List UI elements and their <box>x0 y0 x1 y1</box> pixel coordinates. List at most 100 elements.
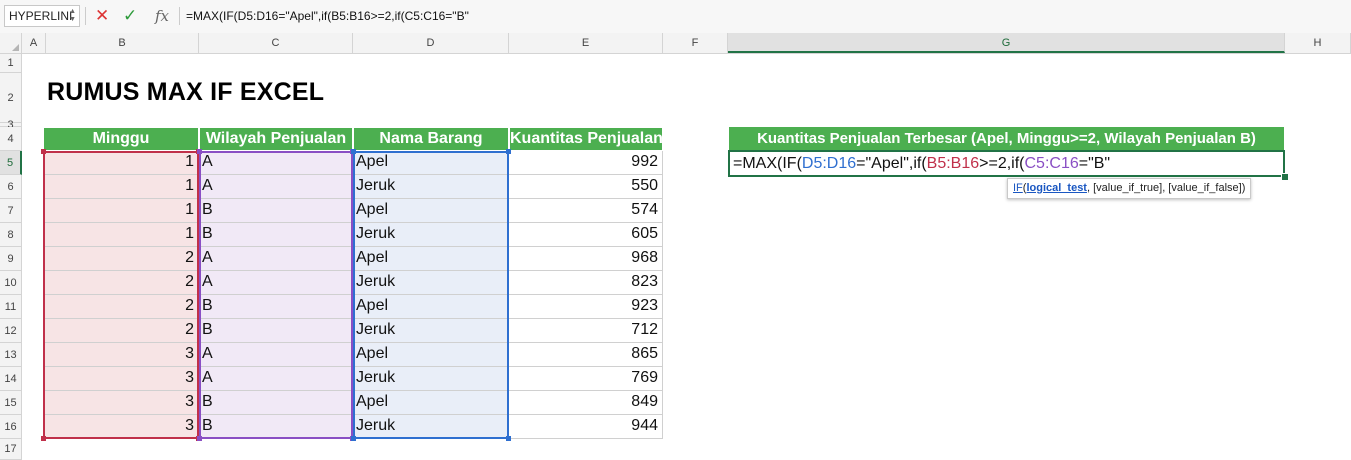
table-cell[interactable]: B <box>199 295 353 319</box>
column-header-g[interactable]: G <box>728 33 1285 53</box>
cancel-icon[interactable]: ✕ <box>95 5 109 27</box>
divider <box>85 7 86 25</box>
tooltip-arg-logical-test[interactable]: logical_test <box>1026 182 1087 194</box>
table-cell[interactable]: A <box>199 367 353 391</box>
table-header-3[interactable]: Kuantitas Penjualan <box>509 127 663 151</box>
column-header-f[interactable]: F <box>663 33 728 53</box>
table-cell[interactable]: 2 <box>43 271 199 295</box>
range-resize-handle[interactable] <box>351 149 356 154</box>
range-resize-handle[interactable] <box>506 149 511 154</box>
row-header-1[interactable]: 1 <box>0 54 22 73</box>
row-header-12[interactable]: 12 <box>0 319 22 343</box>
column-header-d[interactable]: D <box>353 33 509 53</box>
table-cell[interactable]: Apel <box>353 295 509 319</box>
table-cell[interactable]: Jeruk <box>353 367 509 391</box>
row-header-10[interactable]: 10 <box>0 271 22 295</box>
column-header-e[interactable]: E <box>509 33 663 53</box>
column-header-b[interactable]: B <box>46 33 199 53</box>
table-header-2[interactable]: Nama Barang <box>353 127 509 151</box>
range-resize-handle[interactable] <box>41 149 46 154</box>
name-box-stepper-icon[interactable]: ▲ ▼ <box>69 8 76 24</box>
table-cell[interactable]: B <box>199 415 353 439</box>
formula-part: >=2,if( <box>979 155 1025 172</box>
name-box[interactable]: HYPERLINI ▲ ▼ <box>4 5 80 27</box>
table-cell[interactable]: 712 <box>509 319 663 343</box>
column-header-c[interactable]: C <box>199 33 353 53</box>
row-header-9[interactable]: 9 <box>0 247 22 271</box>
table-cell[interactable]: 3 <box>43 367 199 391</box>
table-cell[interactable]: Apel <box>353 343 509 367</box>
row-header-11[interactable]: 11 <box>0 295 22 319</box>
table-cell[interactable]: 1 <box>43 223 199 247</box>
table-cell[interactable]: A <box>199 151 353 175</box>
table-cell[interactable]: 992 <box>509 151 663 175</box>
table-cell[interactable]: 3 <box>43 415 199 439</box>
row-header-17[interactable]: 17 <box>0 439 22 460</box>
row-header-4[interactable]: 4 <box>0 127 22 151</box>
table-cell[interactable]: 2 <box>43 247 199 271</box>
table-cell[interactable]: 1 <box>43 175 199 199</box>
table-cell[interactable]: Jeruk <box>353 223 509 247</box>
row-header-8[interactable]: 8 <box>0 223 22 247</box>
table-cell[interactable]: B <box>199 223 353 247</box>
table-cell[interactable]: 574 <box>509 199 663 223</box>
table-cell[interactable]: 550 <box>509 175 663 199</box>
tooltip-function-link[interactable]: IF <box>1013 182 1023 194</box>
table-cell[interactable]: 823 <box>509 271 663 295</box>
table-cell[interactable]: 3 <box>43 391 199 415</box>
row-header-13[interactable]: 13 <box>0 343 22 367</box>
table-cell[interactable]: A <box>199 343 353 367</box>
table-cell[interactable]: Apel <box>353 391 509 415</box>
table-cell[interactable]: B <box>199 319 353 343</box>
range-resize-handle[interactable] <box>506 436 511 441</box>
row-header-2[interactable]: 2 <box>0 73 22 123</box>
table-cell[interactable]: 769 <box>509 367 663 391</box>
range-resize-handle[interactable] <box>197 149 202 154</box>
table-cell[interactable]: Apel <box>353 199 509 223</box>
table-header-1[interactable]: Wilayah Penjualan <box>199 127 353 151</box>
range-resize-handle[interactable] <box>41 436 46 441</box>
row-header-6[interactable]: 6 <box>0 175 22 199</box>
row-header-15[interactable]: 15 <box>0 391 22 415</box>
fill-handle[interactable] <box>1281 173 1289 181</box>
range-resize-handle[interactable] <box>351 436 356 441</box>
row-header-7[interactable]: 7 <box>0 199 22 223</box>
enter-icon[interactable]: ✓ <box>123 5 137 27</box>
table-cell[interactable]: Jeruk <box>353 319 509 343</box>
table-header-0[interactable]: Minggu <box>43 127 199 151</box>
table-cell[interactable]: A <box>199 271 353 295</box>
table-cell[interactable]: 865 <box>509 343 663 367</box>
table-cell[interactable]: Apel <box>353 247 509 271</box>
table-cell[interactable]: 968 <box>509 247 663 271</box>
table-cell[interactable]: 2 <box>43 319 199 343</box>
row-header-14[interactable]: 14 <box>0 367 22 391</box>
table-cell[interactable]: 849 <box>509 391 663 415</box>
table-cell[interactable]: 605 <box>509 223 663 247</box>
table-cell[interactable]: 1 <box>43 151 199 175</box>
table-cell[interactable]: 2 <box>43 295 199 319</box>
table-cell[interactable]: 1 <box>43 199 199 223</box>
row-header-16[interactable]: 16 <box>0 415 22 439</box>
tooltip-rest-args: , [value_if_true], [value_if_false]) <box>1086 182 1246 194</box>
select-all-button[interactable] <box>0 33 22 53</box>
table-cell[interactable]: Jeruk <box>353 175 509 199</box>
formula-input[interactable]: =MAX(IF(D5:D16="Apel",if(B5:B16>=2,if(C5… <box>186 7 469 25</box>
result-formula-cell[interactable]: =MAX(IF(D5:D16="Apel",if(B5:B16>=2,if(C5… <box>728 150 1285 177</box>
table-cell[interactable]: A <box>199 175 353 199</box>
table-cell[interactable]: Apel <box>353 151 509 175</box>
table-cell[interactable]: 944 <box>509 415 663 439</box>
table-cell[interactable]: 3 <box>43 343 199 367</box>
column-header-h[interactable]: H <box>1285 33 1351 53</box>
row-header-5[interactable]: 5 <box>0 151 22 175</box>
table-cell[interactable]: Jeruk <box>353 415 509 439</box>
table-cell[interactable]: 923 <box>509 295 663 319</box>
result-header: Kuantitas Penjualan Terbesar (Apel, Ming… <box>729 127 1284 150</box>
sheet-title: RUMUS MAX IF EXCEL <box>47 78 325 106</box>
table-cell[interactable]: A <box>199 247 353 271</box>
column-header-a[interactable]: A <box>22 33 46 53</box>
table-cell[interactable]: B <box>199 199 353 223</box>
table-cell[interactable]: B <box>199 391 353 415</box>
range-resize-handle[interactable] <box>197 436 202 441</box>
table-cell[interactable]: Jeruk <box>353 271 509 295</box>
insert-function-icon[interactable]: fx <box>155 5 169 27</box>
